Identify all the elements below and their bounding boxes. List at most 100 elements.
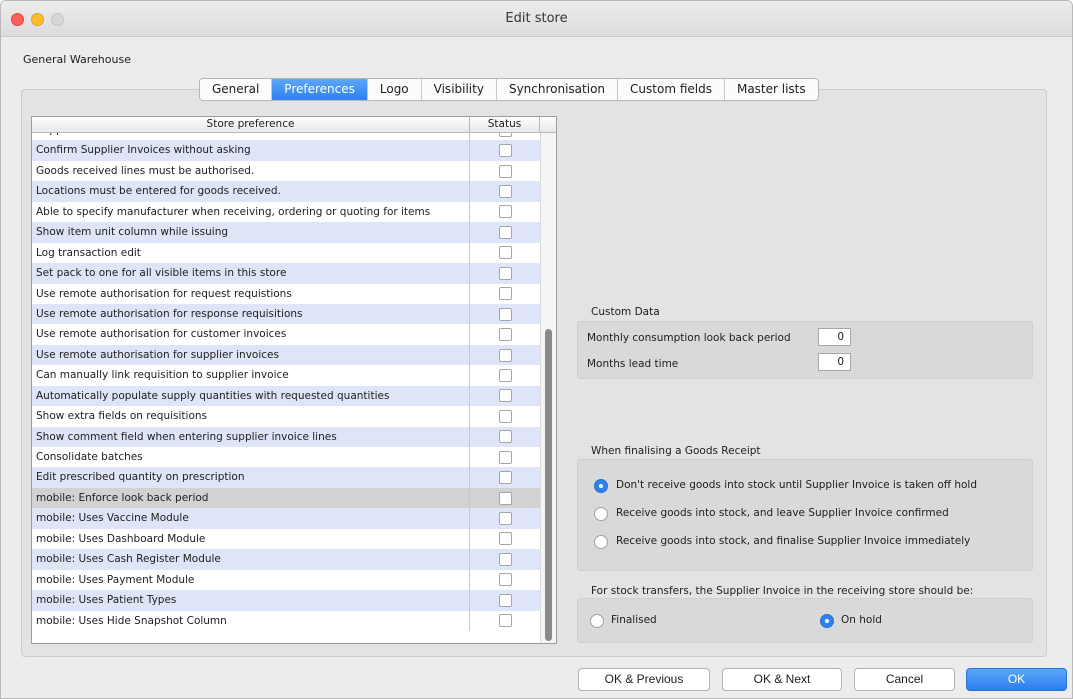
status-cell <box>470 263 540 283</box>
table-row[interactable]: Log transaction edit <box>32 242 540 264</box>
column-header-store-preference[interactable]: Store preference <box>32 117 470 132</box>
monthly-consumption-field[interactable]: 0 <box>818 328 851 346</box>
table-row[interactable]: Show extra fields on requisitions <box>32 406 540 427</box>
goods-receipt-title: When finalising a Goods Receipt <box>591 445 761 457</box>
table-row[interactable]: Can manually link requisition to supplie… <box>32 365 540 386</box>
tab-preferences[interactable]: Preferences <box>272 79 368 100</box>
status-checkbox[interactable] <box>498 491 512 505</box>
status-cell <box>470 304 540 324</box>
preference-label: Can manually link requisition to supplie… <box>32 365 470 386</box>
preference-label: Able to specify manufacturer when receiv… <box>32 201 470 223</box>
table-row[interactable]: Able to specify manufacturer when receiv… <box>32 201 540 223</box>
status-checkbox[interactable] <box>498 389 512 403</box>
status-checkbox[interactable] <box>498 164 512 178</box>
preference-label: mobile: Uses Vaccine Module <box>32 508 470 529</box>
preference-label: mobile: Uses Dashboard Module <box>32 528 470 550</box>
tab-custom-fields[interactable]: Custom fields <box>618 79 725 100</box>
tab-visibility[interactable]: Visibility <box>421 79 497 100</box>
table-row[interactable]: Show comment field when entering supplie… <box>32 426 540 447</box>
goods-receipt-option-3-radio[interactable] <box>594 535 608 549</box>
preference-label: Show item unit column while issuing <box>32 222 470 243</box>
status-checkbox[interactable] <box>498 532 512 546</box>
status-checkbox[interactable] <box>498 307 512 321</box>
months-lead-time-field[interactable]: 0 <box>818 353 851 371</box>
status-checkbox[interactable] <box>498 368 512 382</box>
table-row[interactable]: mobile: Uses Payment Module <box>32 569 540 591</box>
status-checkbox[interactable] <box>498 348 512 362</box>
status-checkbox[interactable] <box>498 328 512 342</box>
preference-label: mobile: Enforce look back period <box>32 487 470 509</box>
table-row[interactable]: Confirm Supplier Invoices without asking <box>32 140 540 161</box>
stock-transfer-finalised-label[interactable]: Finalised <box>611 614 657 626</box>
table-row[interactable]: Automatically populate supply quantities… <box>32 385 540 407</box>
status-cell <box>470 243 540 263</box>
status-checkbox[interactable] <box>498 593 512 607</box>
table-row[interactable]: Goods received lines must be authorised. <box>32 160 540 182</box>
table-row[interactable]: mobile: Uses Cash Register Module <box>32 549 540 570</box>
table-row[interactable]: Set pack to one for all visible items in… <box>32 263 540 284</box>
status-checkbox[interactable] <box>498 205 512 219</box>
status-checkbox[interactable] <box>498 573 512 587</box>
edit-store-window: Edit store General Warehouse General Pre… <box>0 0 1073 699</box>
table-row[interactable]: Use remote authorisation for supplier in… <box>32 344 540 366</box>
goods-receipt-option-2-label[interactable]: Receive goods into stock, and leave Supp… <box>616 507 949 519</box>
table-row[interactable]: Use remote authorisation for request req… <box>32 283 540 304</box>
preference-label: mobile: Uses Hide Snapshot Column <box>32 610 470 631</box>
status-checkbox[interactable] <box>498 266 512 280</box>
goods-receipt-option-1-radio[interactable] <box>594 479 608 493</box>
goods-receipt-option-3-label[interactable]: Receive goods into stock, and finalise S… <box>616 535 970 547</box>
status-checkbox[interactable] <box>498 512 512 526</box>
preference-label: Edit prescribed quantity on prescription <box>32 467 470 488</box>
stock-transfers-title: For stock transfers, the Supplier Invoic… <box>591 585 974 597</box>
table-scrollbar[interactable] <box>540 133 556 643</box>
table-row[interactable]: mobile: Uses Patient Types <box>32 590 540 611</box>
status-checkbox[interactable] <box>498 287 512 301</box>
status-checkbox[interactable] <box>498 185 512 199</box>
preference-label: Automatically populate supply quantities… <box>32 385 470 407</box>
status-checkbox[interactable] <box>498 552 512 566</box>
status-cell <box>470 467 540 487</box>
goods-receipt-option-2-radio[interactable] <box>594 507 608 521</box>
status-checkbox[interactable] <box>498 225 512 239</box>
tab-synchronisation[interactable]: Synchronisation <box>496 79 619 100</box>
table-row[interactable]: mobile: Enforce look back period <box>32 487 540 509</box>
tab-logo[interactable]: Logo <box>367 79 422 100</box>
table-row[interactable]: Edit prescribed quantity on prescription <box>32 467 540 488</box>
stock-transfer-finalised-radio[interactable] <box>590 614 604 628</box>
table-row[interactable]: mobile: Uses Vaccine Module <box>32 508 540 529</box>
preference-label: Set pack to one for all visible items in… <box>32 263 470 284</box>
stock-transfer-on-hold-label[interactable]: On hold <box>841 614 882 626</box>
preference-label: Show extra fields on requisitions <box>32 406 470 427</box>
status-cell <box>470 611 540 631</box>
table-row[interactable]: mobile: Uses Hide Snapshot Column <box>32 610 540 631</box>
ok-previous-button[interactable]: OK & Previous <box>578 668 710 691</box>
status-cell <box>470 427 540 447</box>
status-checkbox[interactable] <box>498 471 512 485</box>
status-checkbox[interactable] <box>498 144 512 158</box>
status-checkbox[interactable] <box>498 246 512 260</box>
table-row[interactable]: Show item unit column while issuing <box>32 222 540 243</box>
cancel-button[interactable]: Cancel <box>854 668 955 691</box>
table-row[interactable]: mobile: Uses Dashboard Module <box>32 528 540 550</box>
table-row[interactable]: Locations must be entered for goods rece… <box>32 181 540 202</box>
ok-button[interactable]: OK <box>966 668 1067 691</box>
status-checkbox[interactable] <box>498 614 512 628</box>
table-row[interactable]: Consolidate batches <box>32 447 540 468</box>
tab-general[interactable]: General <box>200 79 273 100</box>
title-bar[interactable]: Edit store <box>1 1 1072 37</box>
goods-receipt-option-1-label[interactable]: Don't receive goods into stock until Sup… <box>616 479 977 491</box>
table-row[interactable]: Use remote authorisation for customer in… <box>32 324 540 345</box>
status-checkbox[interactable] <box>498 430 512 444</box>
store-name: General Warehouse <box>23 53 131 66</box>
scrollbar-thumb[interactable] <box>545 329 552 641</box>
column-header-status[interactable]: Status <box>470 117 540 132</box>
preference-label: mobile: Uses Payment Module <box>32 569 470 591</box>
status-cell <box>470 447 540 467</box>
status-checkbox[interactable] <box>498 450 512 464</box>
ok-next-button[interactable]: OK & Next <box>722 668 842 691</box>
status-checkbox[interactable] <box>498 409 512 423</box>
table-row[interactable]: Use remote authorisation for response re… <box>32 303 540 325</box>
stock-transfer-on-hold-radio[interactable] <box>820 614 834 628</box>
tab-master-lists[interactable]: Master lists <box>724 79 818 100</box>
status-cell <box>470 386 540 406</box>
